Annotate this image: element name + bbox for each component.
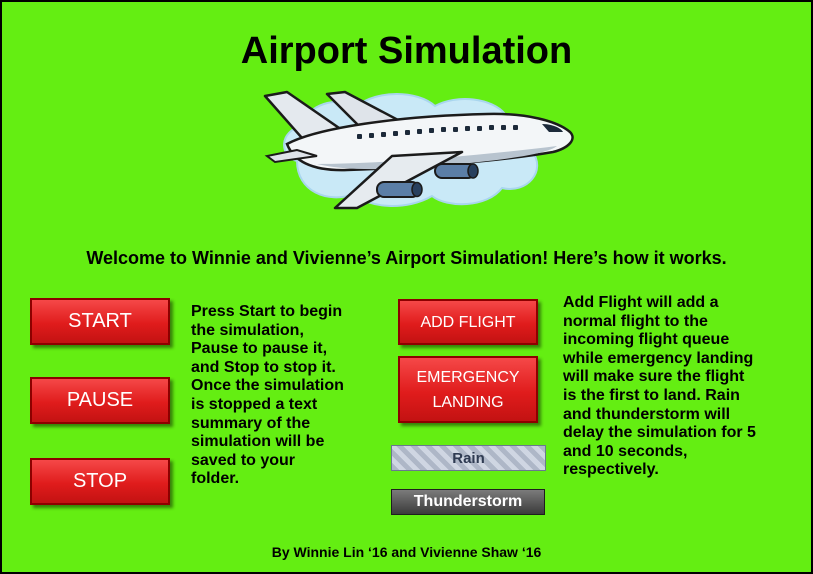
page-title: Airport Simulation [240, 30, 573, 72]
app-window: Airport Simulation Welcome to Winnie and… [0, 0, 813, 574]
airplane-icon [257, 86, 582, 216]
add-flight-button[interactable]: ADD FLIGHT [398, 299, 538, 345]
flight-weather-description: Add Flight will add a normal flight to t… [563, 294, 756, 479]
pause-button[interactable]: PAUSE [30, 377, 170, 424]
rain-button[interactable]: Rain [391, 445, 546, 471]
stop-button[interactable]: STOP [30, 458, 170, 505]
start-button[interactable]: START [30, 298, 170, 345]
credits-footer: By Winnie Lin ‘16 and Vivienne Shaw ‘16 [271, 544, 542, 560]
start-pause-stop-description: Press Start to begin the simulation, Pau… [191, 303, 344, 488]
emergency-landing-button[interactable]: EMERGENCY LANDING [398, 356, 538, 423]
thunderstorm-button[interactable]: Thunderstorm [391, 489, 545, 515]
welcome-text: Welcome to Winnie and Vivienne’s Airport… [86, 248, 727, 268]
